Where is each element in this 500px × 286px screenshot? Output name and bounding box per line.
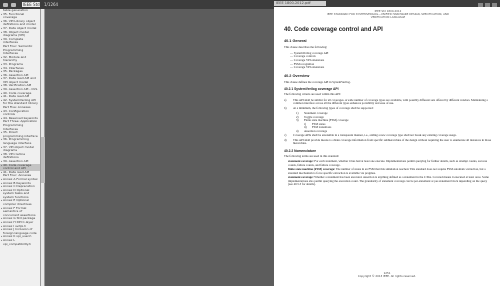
sidebar-toggle-button[interactable]: [3, 2, 8, 7]
item-number: d): [284, 137, 287, 142]
list-item: — Coverage VPI extensions: [290, 65, 325, 70]
criteria-list: c) Coverage APIs shall be extensible in a…: [284, 134, 492, 146]
menu-icon[interactable]: [492, 2, 497, 7]
paragraph: The following criteria are used within t…: [284, 92, 341, 97]
bullet-list: — SystemVerilog coverage API — Coverage …: [290, 51, 492, 70]
zoom-in-icon[interactable]: [485, 2, 490, 7]
definition-item: statement coverage: For each statement, …: [288, 160, 492, 167]
page-indicator[interactable]: 1/1264: [44, 2, 58, 7]
paragraph: The following terms are used in this sta…: [284, 153, 340, 158]
header-line: VERIFICATION LANGUAGE: [370, 15, 406, 20]
list-item: b) At a minimum, the following types of c…: [284, 105, 492, 111]
page-header: IEEE Std 1800-2012 IEEE STANDARD FOR SYS…: [284, 9, 492, 20]
paragraph: This clause defines the coverage API in …: [284, 79, 351, 84]
list-item: a) This API shall be similar for all cove…: [284, 97, 492, 106]
sidebar-item-label: Annex L vpi_compatibility.h: [3, 238, 31, 246]
definition-text: Whether a statement has been executed. A…: [288, 175, 489, 187]
search-input[interactable]: IEEE Std 1800: [22, 2, 40, 12]
paragraph: This clause describes the following:: [284, 45, 328, 50]
document-page: IEEE Std 1800-2012 IEEE STANDARD FOR SYS…: [274, 7, 500, 286]
subsection-heading: 40.2.2 Nomenclature: [284, 148, 317, 153]
definitions-list: statement coverage: For each statement, …: [288, 160, 492, 187]
page-footer: 1251 Copyright © 2013 IEEE. All rights r…: [274, 271, 500, 279]
item-number: 3): [296, 118, 299, 123]
sidebar-item[interactable]: ▸ Annex L vpi_compatibility.h: [0, 238, 40, 246]
definition-text: For each statement, whether it has had a…: [288, 159, 488, 167]
item-text: This API shall be similar for all covera…: [293, 97, 488, 106]
toolbar-actions: [478, 2, 497, 7]
coverage-types-list: 1) Statement coverage 2) Toggle coverage 3…: [296, 112, 492, 123]
item-number: a): [284, 97, 287, 102]
definition-item: finite state machine (FSM) coverage: The…: [288, 168, 492, 175]
viewer-background: [45, 9, 274, 286]
fsm-sublist: i) FSM states ii) FSM transitions: [304, 122, 492, 130]
section-heading: 40.2 Overview: [284, 73, 310, 78]
back-button[interactable]: [11, 2, 16, 7]
item-text: This API shall provide means to obtain c…: [293, 137, 492, 146]
subsection-heading: 40.2.1 SystemVerilog coverage API: [284, 87, 339, 92]
item-text: At a minimum, the following types of cov…: [293, 105, 374, 110]
criteria-list: a) This API shall be similar for all cove…: [284, 97, 492, 111]
document-tab[interactable]: IEEE 1800-2012.pdf: [274, 1, 326, 6]
copyright-line: Copyright © 2013 IEEE. All rights reserv…: [357, 274, 417, 279]
item-number: b): [284, 105, 287, 110]
clause-title: 40. Code coverage control and API: [284, 27, 383, 34]
outline-sidebar: table generation ▸ 35. Functional coverage…: [0, 9, 41, 286]
definition-item: statement coverage: Whether a statement …: [288, 176, 492, 187]
zoom-out-icon[interactable]: [478, 2, 483, 7]
section-heading: 40.1 General: [284, 39, 307, 44]
list-item: d) This API shall provide means to obtain…: [284, 137, 492, 146]
